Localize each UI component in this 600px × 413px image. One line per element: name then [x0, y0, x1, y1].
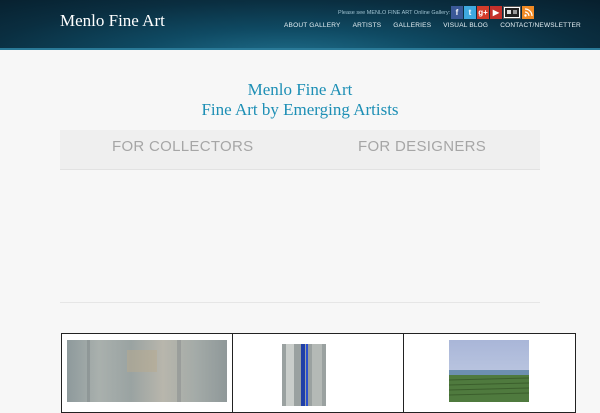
rss-icon[interactable] [522, 6, 534, 19]
site-title[interactable]: Menlo Fine Art [60, 11, 165, 31]
youtube-icon[interactable]: ▶ [490, 6, 502, 19]
main-nav: ABOUT GALLERY ARTISTS GALLERIES VISUAL B… [284, 22, 581, 29]
facebook-icon[interactable]: f [451, 6, 463, 19]
nav-about-gallery[interactable]: ABOUT GALLERY [284, 22, 341, 29]
artwork-cell[interactable] [233, 334, 404, 412]
tab-for-collectors[interactable]: FOR COLLECTORS [112, 138, 253, 155]
nav-contact-newsletter[interactable]: CONTACT/NEWSLETTER [500, 22, 581, 29]
nav-galleries[interactable]: GALLERIES [393, 22, 431, 29]
audience-tabs: FOR COLLECTORS FOR DESIGNERS [60, 130, 540, 170]
content-divider [60, 302, 540, 303]
tab-for-designers[interactable]: FOR DESIGNERS [358, 138, 486, 155]
nav-visual-blog[interactable]: VISUAL BLOG [443, 22, 488, 29]
nav-artists[interactable]: ARTISTS [353, 22, 382, 29]
hero-subtitle: Fine Art by Emerging Artists [201, 100, 399, 119]
gallery-icon[interactable] [503, 6, 521, 19]
artwork-image-blue-stripe[interactable] [282, 344, 326, 406]
artwork-image-abstract[interactable] [67, 340, 227, 402]
social-prompt-text: Please see MENLO FINE ART Online Gallery… [338, 10, 451, 16]
twitter-icon[interactable]: t [464, 6, 476, 19]
site-header: Menlo Fine Art Please see MENLO FINE ART… [0, 0, 600, 50]
artwork-image-landscape[interactable] [449, 340, 529, 402]
artwork-gallery [61, 333, 576, 413]
social-icons: f t g+ ▶ [451, 6, 534, 19]
hero-title: Menlo Fine Art [247, 80, 353, 99]
artwork-cell[interactable] [404, 334, 575, 412]
artwork-cell[interactable] [62, 334, 233, 412]
google-plus-icon[interactable]: g+ [477, 6, 489, 19]
